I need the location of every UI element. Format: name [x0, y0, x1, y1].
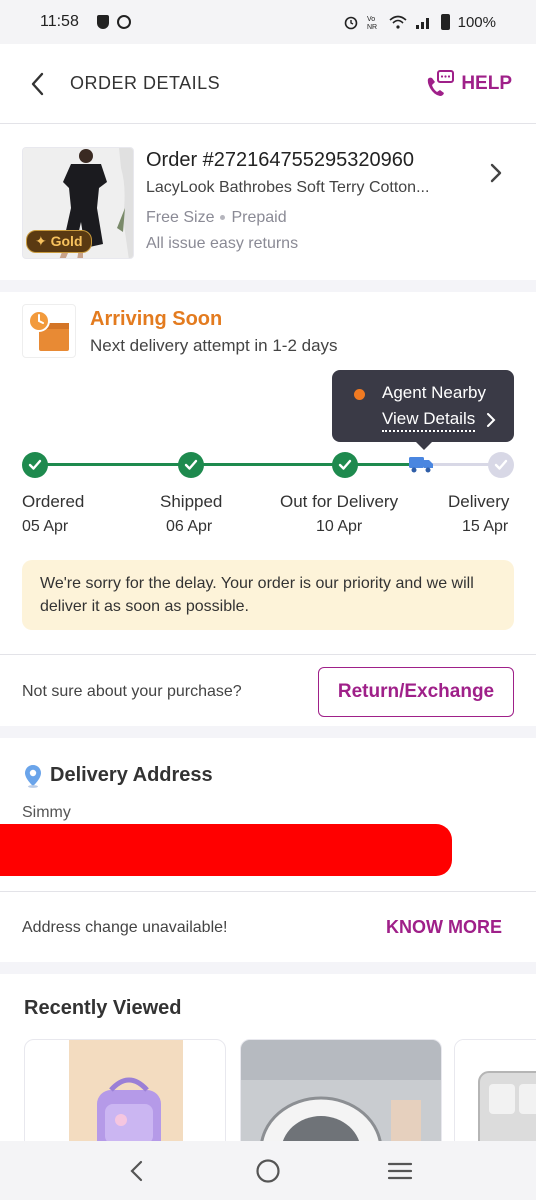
recents-menu-icon	[387, 1162, 413, 1179]
tooltip-arrow	[416, 442, 432, 450]
svg-text:NR: NR	[367, 24, 377, 30]
address-change-label: Address change unavailable!	[22, 919, 228, 936]
system-nav-bar	[0, 1141, 536, 1200]
check-icon	[184, 459, 198, 470]
nav-recents-button[interactable]	[380, 1151, 420, 1191]
know-more-button[interactable]: KNOW MORE	[386, 917, 502, 938]
step-date-ordered: 05 Apr	[22, 518, 69, 535]
return-exchange-button[interactable]: Return/Exchange	[318, 667, 514, 717]
step-label-delivery: Delivery	[448, 492, 510, 511]
status-bar: 11:58 Vo NR 100%	[0, 0, 536, 44]
check-icon	[28, 459, 42, 470]
progress-line-pending	[432, 463, 496, 466]
alarm-icon	[344, 16, 357, 30]
view-details-link[interactable]: View Details	[382, 409, 476, 432]
step-label-out-for-delivery: Out for Delivery	[280, 492, 399, 511]
step-out-for-delivery-marker	[332, 452, 358, 478]
order-meta: Free Size Prepaid	[146, 209, 287, 227]
battery-percent: 100%	[457, 13, 496, 31]
battery-icon	[440, 14, 450, 30]
delay-notice: We're sorry for the delay. Your order is…	[22, 560, 514, 630]
check-icon	[338, 459, 352, 470]
wifi-icon	[389, 15, 407, 29]
product-image	[455, 1040, 536, 1145]
section-divider	[0, 962, 536, 974]
package-clock-icon	[22, 304, 76, 358]
product-image	[69, 1040, 183, 1145]
nav-home-button[interactable]	[248, 1151, 288, 1191]
status-bar-left: 11:58	[40, 13, 131, 31]
order-summary-card[interactable]: ✦ Gold Order #272164755295320960 LacyLoo…	[0, 125, 536, 280]
help-button[interactable]: HELP	[425, 69, 514, 98]
gold-badge: ✦ Gold	[26, 230, 92, 253]
help-label: HELP	[461, 72, 512, 94]
step-label-ordered: Ordered	[22, 492, 85, 511]
sync-icon	[116, 15, 131, 29]
order-size: Free Size	[146, 209, 215, 226]
chevron-left-icon	[31, 72, 44, 95]
back-button[interactable]	[22, 69, 52, 99]
recent-product-card[interactable]	[240, 1039, 442, 1145]
page-title: ORDER DETAILS	[70, 73, 221, 93]
status-subtitle: Next delivery attempt in 1-2 days	[90, 336, 338, 355]
step-date-delivery: 15 Apr	[462, 518, 509, 535]
address-change-row: Address change unavailable! KNOW MORE	[0, 891, 536, 961]
delivery-status-section: Arriving Soon Next delivery attempt in 1…	[0, 292, 536, 652]
return-question: Not sure about your purchase?	[22, 683, 242, 700]
step-ordered-marker	[22, 452, 48, 478]
step-date-out-for-delivery: 10 Apr	[316, 518, 363, 535]
section-divider	[0, 280, 536, 292]
nav-back-icon	[130, 1160, 143, 1181]
status-bar-right: Vo NR 100%	[343, 14, 496, 31]
product-image: ✦ Gold	[22, 147, 134, 259]
recipient-name: Simmy	[22, 804, 71, 821]
step-date-shipped: 06 Apr	[166, 518, 213, 535]
address-title: Delivery Address	[50, 764, 213, 786]
recently-viewed-title: Recently Viewed	[24, 997, 182, 1019]
truck-icon	[409, 457, 433, 473]
app-header: ORDER DETAILS HELP	[0, 44, 536, 124]
recently-viewed-section: Recently Viewed	[0, 975, 536, 1145]
location-pin-icon	[25, 765, 41, 788]
returns-note: All issue easy returns	[146, 235, 299, 252]
volte-icon: VoNR	[367, 16, 377, 30]
chevron-right-icon[interactable]	[486, 161, 506, 185]
chevron-right-icon	[487, 413, 496, 427]
tooltip-title: Agent Nearby	[382, 383, 486, 402]
live-dot-icon	[354, 389, 365, 400]
recent-product-card[interactable]	[454, 1039, 536, 1145]
recent-product-card[interactable]	[24, 1039, 226, 1145]
section-divider	[0, 726, 536, 738]
product-image	[241, 1040, 441, 1145]
svg-text:Vo: Vo	[367, 16, 375, 23]
signal-icon	[415, 18, 429, 29]
delivery-address-section: Delivery Address Simmy	[0, 738, 536, 890]
separator-dot	[220, 215, 226, 221]
order-payment: Prepaid	[231, 209, 287, 226]
status-title: Arriving Soon	[90, 308, 223, 330]
step-delivery-marker	[488, 452, 514, 478]
check-icon	[494, 459, 508, 470]
nav-back-button[interactable]	[116, 1151, 156, 1191]
step-shipped-marker	[178, 452, 204, 478]
home-circle-icon	[256, 1158, 280, 1183]
shield-icon	[96, 15, 109, 29]
product-name: LacyLook Bathrobes Soft Terry Cotton...	[146, 179, 430, 196]
agent-nearby-tooltip[interactable]: Agent Nearby View Details	[332, 370, 514, 450]
status-time: 11:58	[40, 13, 79, 30]
order-id: Order #272164755295320960	[146, 149, 415, 171]
phone-chat-icon	[428, 69, 455, 96]
step-label-shipped: Shipped	[160, 492, 223, 511]
return-section: Not sure about your purchase? Return/Exc…	[0, 654, 536, 726]
progress-line-complete	[46, 463, 422, 466]
redacted-address	[0, 824, 452, 876]
